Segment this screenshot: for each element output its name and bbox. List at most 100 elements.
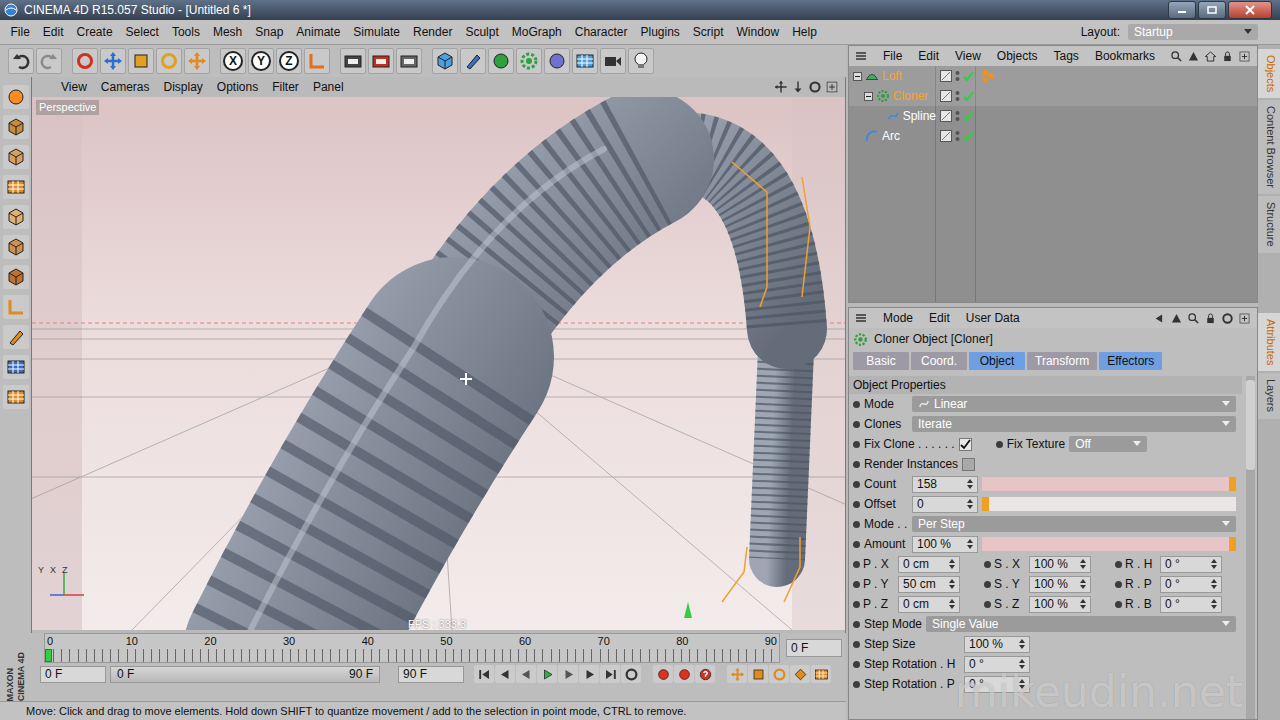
visibility-dots-icon[interactable]	[955, 130, 960, 142]
slider-handle[interactable]	[1229, 477, 1236, 491]
object-manager-menu-item[interactable]: File	[875, 49, 910, 63]
manager-menu-icon[interactable]	[855, 313, 867, 323]
number-field[interactable]: 100 %	[1029, 596, 1091, 613]
visibility-dots-icon[interactable]	[955, 90, 960, 102]
object-manager-menu-item[interactable]: View	[947, 49, 989, 63]
animate-dot[interactable]	[1115, 601, 1122, 608]
dropdown[interactable]: Single Value	[926, 616, 1236, 632]
object-row[interactable]: Spline	[849, 106, 1257, 126]
lock-icon[interactable]	[1204, 312, 1217, 325]
snap-button[interactable]	[3, 355, 29, 379]
expander-icon[interactable]	[864, 92, 873, 101]
coordinate-system-button[interactable]	[304, 48, 330, 74]
undo-button[interactable]	[8, 48, 34, 74]
menu-item[interactable]: Mesh	[206, 25, 248, 39]
number-field[interactable]: 0 °	[1160, 556, 1222, 573]
edges-mode-button[interactable]	[3, 235, 29, 259]
menu-item[interactable]: Create	[70, 25, 119, 39]
spinner-icon[interactable]	[949, 579, 955, 589]
animate-dot[interactable]	[1115, 561, 1122, 568]
checkbox[interactable]	[959, 438, 972, 451]
viewport-canvas[interactable]: PerspectiveYXZFPS : 333.3	[32, 97, 845, 633]
animate-dot[interactable]	[853, 541, 860, 548]
loop-button[interactable]	[621, 665, 641, 683]
number-field[interactable]: 158	[912, 476, 978, 493]
animate-dot[interactable]	[853, 401, 860, 408]
viewport[interactable]: ViewCamerasDisplayOptionsFilterPanelPers…	[31, 77, 846, 633]
attribute-tab[interactable]: Object	[969, 352, 1025, 370]
maximize-button[interactable]	[1198, 1, 1226, 19]
number-field[interactable]: 0 °	[964, 676, 1030, 693]
axis-lock-button[interactable]: X	[220, 48, 246, 74]
animate-dot[interactable]	[853, 661, 860, 668]
animate-dot[interactable]	[853, 501, 860, 508]
key-pla-button[interactable]	[811, 665, 831, 683]
side-tab[interactable]: Layers	[1258, 373, 1280, 418]
layer-icon[interactable]	[940, 70, 952, 82]
menu-item[interactable]: File	[4, 25, 36, 39]
spinner-icon[interactable]	[1211, 599, 1217, 609]
attribute-menu-item[interactable]: User Data	[958, 311, 1028, 325]
menu-item[interactable]: Select	[119, 25, 165, 39]
animate-dot[interactable]	[853, 441, 860, 448]
animate-dot[interactable]	[853, 581, 860, 588]
minimize-button[interactable]	[1168, 1, 1196, 19]
slider-handle[interactable]	[982, 497, 989, 511]
animate-dot[interactable]	[853, 601, 860, 608]
close-button[interactable]	[1228, 1, 1272, 19]
animate-dot[interactable]	[853, 641, 860, 648]
new-view-icon[interactable]	[1238, 312, 1251, 325]
object-row[interactable]: Arc	[849, 126, 1257, 146]
spinner-icon[interactable]	[1080, 599, 1086, 609]
visibility-dots-icon[interactable]	[955, 70, 960, 82]
lock-icon[interactable]	[1221, 50, 1234, 63]
range-slider[interactable]: 0 F90 F	[110, 666, 380, 683]
visibility-dots-icon[interactable]	[955, 110, 960, 122]
checkbox[interactable]	[962, 458, 975, 471]
subdivision-surface-button[interactable]	[488, 48, 514, 74]
slider-track[interactable]	[982, 537, 1236, 551]
up-icon[interactable]	[1187, 50, 1200, 63]
number-field[interactable]: 0	[912, 496, 978, 513]
menu-item[interactable]: Tools	[165, 25, 206, 39]
animate-dot[interactable]	[984, 561, 991, 568]
layer-icon[interactable]	[940, 130, 952, 142]
new-view-icon[interactable]	[1238, 50, 1251, 63]
layer-icon[interactable]	[940, 110, 952, 122]
home-icon[interactable]	[1204, 50, 1217, 63]
object-row[interactable]: Loft	[849, 66, 1257, 86]
render-to-picture-viewer-button[interactable]	[368, 48, 394, 74]
side-tab[interactable]: Attributes	[1258, 313, 1280, 371]
number-field[interactable]: 100 %	[964, 636, 1030, 653]
number-field[interactable]: 0 cm	[898, 556, 960, 573]
menu-item[interactable]: MoGraph	[505, 25, 568, 39]
number-field[interactable]: 0 °	[1160, 576, 1222, 593]
side-tab[interactable]: Content Browser	[1258, 100, 1280, 194]
spinner-icon[interactable]	[1019, 639, 1025, 649]
dropdown[interactable]: Iterate	[912, 416, 1236, 432]
tag-icon[interactable]	[981, 69, 995, 83]
pen-button[interactable]	[460, 48, 486, 74]
number-field[interactable]: 100 %	[1029, 556, 1091, 573]
up-icon[interactable]	[1170, 312, 1183, 325]
record-keys-button[interactable]	[653, 665, 673, 683]
key-parameter-button[interactable]	[790, 665, 810, 683]
go-to-end-button[interactable]	[600, 665, 620, 683]
enabled-check-icon[interactable]	[963, 131, 974, 142]
menu-item[interactable]: Character	[568, 25, 634, 39]
scale-button[interactable]	[128, 48, 154, 74]
menu-item[interactable]: Window	[730, 25, 786, 39]
object-manager-menu-item[interactable]: Bookmarks	[1087, 49, 1163, 63]
play-button[interactable]	[537, 665, 557, 683]
camera-button[interactable]	[600, 48, 626, 74]
animate-dot[interactable]	[853, 561, 860, 568]
menu-item[interactable]: Snap	[249, 25, 290, 39]
number-field[interactable]: 50 cm	[898, 576, 960, 593]
spinner-icon[interactable]	[967, 479, 973, 489]
slider-track[interactable]	[982, 497, 1236, 511]
workplane-mode-button[interactable]	[3, 175, 29, 199]
animate-dot[interactable]	[853, 421, 860, 428]
side-tab[interactable]: Structure	[1258, 196, 1280, 253]
enabled-check-icon[interactable]	[963, 71, 974, 82]
viewport-menu-item[interactable]: Cameras	[94, 80, 157, 94]
